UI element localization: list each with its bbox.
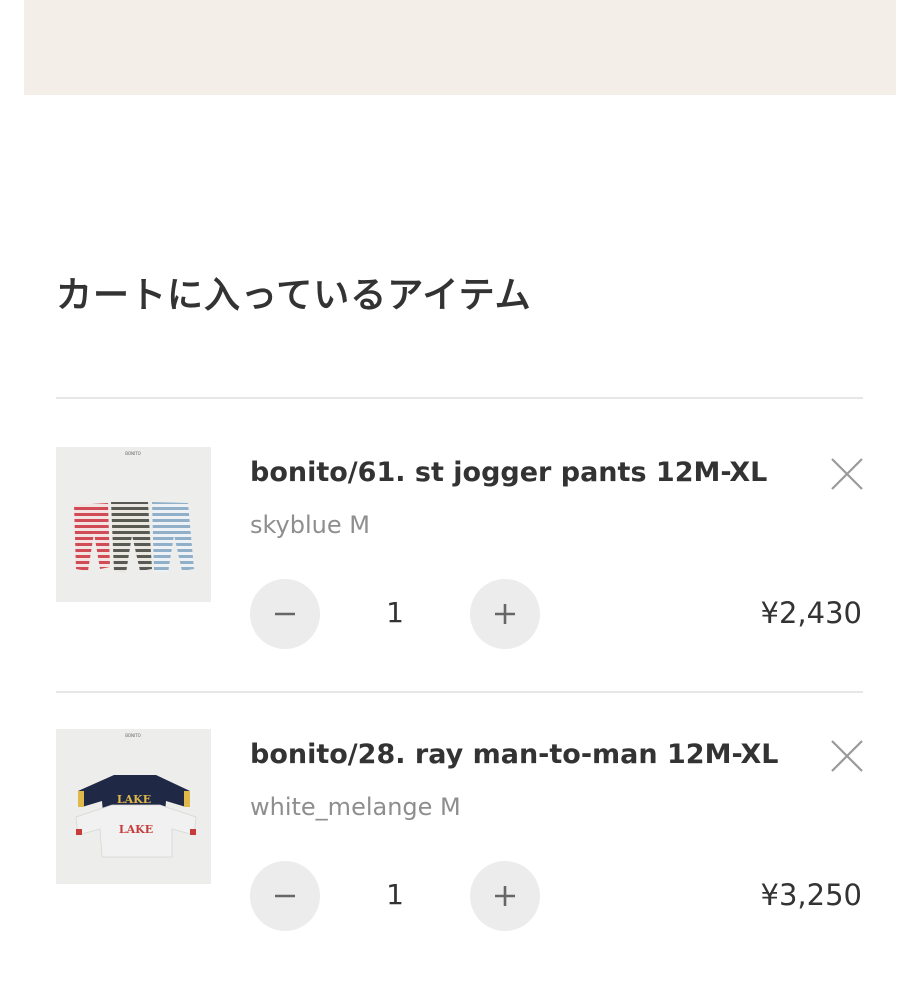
cart-item: BONITO LAKE LAKE bonito/28. ray man-to-m…	[0, 729, 920, 989]
close-icon	[831, 458, 863, 490]
product-variant: white_melange M	[250, 793, 461, 821]
increase-quantity-button[interactable]	[470, 579, 540, 649]
divider	[56, 397, 863, 399]
plus-icon	[495, 886, 515, 906]
remove-item-button[interactable]	[826, 453, 868, 495]
plus-icon	[495, 604, 515, 624]
product-image-jogger-pants[interactable]: BONITO	[56, 447, 211, 602]
quantity-value: 1	[386, 596, 404, 629]
minus-icon	[275, 612, 295, 616]
increase-quantity-button[interactable]	[470, 861, 540, 931]
product-name[interactable]: bonito/61. st jogger pants 12M-XL	[250, 453, 767, 493]
product-name[interactable]: bonito/28. ray man-to-man 12M-XL	[250, 735, 779, 775]
remove-item-button[interactable]	[826, 735, 868, 777]
divider	[56, 691, 863, 693]
close-icon	[831, 740, 863, 772]
minus-icon	[275, 894, 295, 898]
image-brand-label: BONITO	[125, 451, 141, 456]
cart-item: BONITO bonito/61. st jogger pants 12M-XL…	[0, 447, 920, 707]
product-image-sweatshirt[interactable]: BONITO LAKE LAKE	[56, 729, 211, 884]
quantity-value: 1	[386, 878, 404, 911]
decrease-quantity-button[interactable]	[250, 861, 320, 931]
decrease-quantity-button[interactable]	[250, 579, 320, 649]
image-text-top: LAKE	[117, 793, 151, 806]
image-brand-label: BONITO	[125, 733, 141, 738]
product-variant: skyblue M	[250, 511, 370, 539]
item-price: ¥3,250	[760, 878, 862, 912]
image-text-bottom: LAKE	[119, 823, 153, 836]
top-banner	[24, 0, 896, 95]
item-price: ¥2,430	[760, 596, 862, 630]
cart-heading: カートに入っているアイテム	[56, 275, 532, 316]
